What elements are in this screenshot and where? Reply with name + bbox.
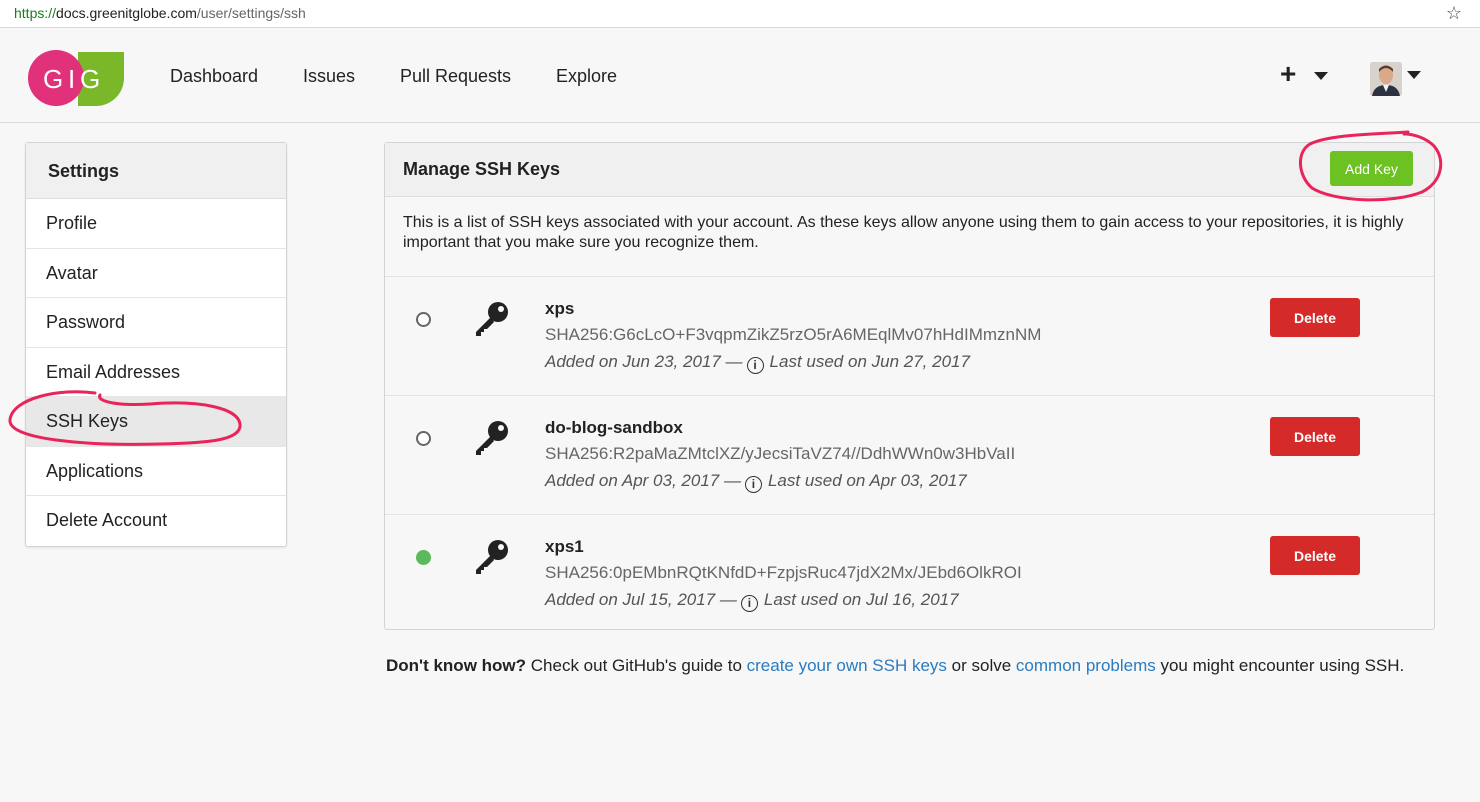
key-status-indicator: [416, 431, 431, 446]
page-title: Manage SSH Keys: [403, 159, 561, 179]
info-icon: i: [746, 357, 764, 374]
create-new-plus-button[interactable]: +: [1280, 58, 1296, 90]
key-added: Added on Jun 23, 2017 —: [545, 352, 743, 371]
key-name: xps1: [545, 537, 584, 556]
sidebar-item-delete-account[interactable]: Delete Account: [26, 496, 286, 546]
user-portrait-icon: [1370, 62, 1402, 96]
url-scheme: https://: [14, 5, 57, 21]
sidebar-item-email-addresses[interactable]: Email Addresses: [26, 348, 286, 397]
panel-description: This is a list of SSH keys associated wi…: [385, 197, 1434, 277]
info-icon: i: [740, 595, 758, 612]
user-avatar[interactable]: [1370, 62, 1402, 96]
create-dropdown-caret-icon[interactable]: [1314, 72, 1328, 80]
help-text-3: you might encounter using SSH.: [1155, 656, 1405, 675]
sidebar-item-profile[interactable]: Profile: [26, 199, 286, 249]
help-text-2: or solve: [946, 656, 1016, 675]
url-path: /user/settings/ssh: [196, 5, 306, 21]
key-name: xps: [545, 299, 575, 318]
bookmark-star-icon[interactable]: ☆: [1446, 3, 1462, 24]
settings-sidebar: Settings Profile Avatar Password Email A…: [25, 142, 287, 547]
sidebar-item-applications[interactable]: Applications: [26, 447, 286, 496]
ssh-key-row: xps1 SHA256:0pEMbnRQtKNfdD+FzpjsRuc47jdX…: [385, 515, 1434, 634]
key-last-used: Last used on Jun 27, 2017: [769, 352, 970, 371]
panel-header: Manage SSH Keys Add Key: [385, 143, 1434, 197]
gig-logo-icon[interactable]: G I G: [26, 48, 126, 108]
common-problems-link[interactable]: common problems: [1016, 656, 1156, 675]
svg-text:I: I: [68, 64, 75, 94]
key-added: Added on Jul 15, 2017 —: [545, 590, 737, 609]
ssh-help-text: Don't know how? Check out GitHub's guide…: [386, 654, 1446, 678]
sidebar-title: Settings: [26, 143, 286, 199]
nav-dashboard[interactable]: Dashboard: [170, 66, 258, 87]
key-icon: [476, 540, 508, 574]
key-added: Added on Apr 03, 2017 —: [545, 471, 741, 490]
svg-text:G: G: [43, 64, 63, 94]
delete-key-button[interactable]: Delete: [1270, 298, 1360, 337]
key-name: do-blog-sandbox: [545, 418, 683, 437]
key-fingerprint: SHA256:G6cLcO+F3vqpmZikZ5rzO5rA6MEqlMv07…: [545, 325, 1042, 344]
nav-pull-requests[interactable]: Pull Requests: [400, 66, 511, 87]
sidebar-item-password[interactable]: Password: [26, 298, 286, 348]
nav-issues[interactable]: Issues: [303, 66, 355, 87]
url-host: docs.greenitglobe.com: [56, 5, 197, 21]
key-icon: [476, 302, 508, 336]
nav-explore[interactable]: Explore: [556, 66, 617, 87]
key-fingerprint: SHA256:R2paMaZMtclXZ/yJecsiTaVZ74//DdhWW…: [545, 444, 1016, 463]
ssh-key-row: do-blog-sandbox SHA256:R2paMaZMtclXZ/yJe…: [385, 396, 1434, 515]
key-last-used: Last used on Apr 03, 2017: [767, 471, 967, 490]
info-icon: i: [744, 476, 762, 493]
key-meta: Added on Jul 15, 2017 — i Last used on Jul…: [545, 590, 959, 612]
add-key-button[interactable]: Add Key: [1330, 151, 1413, 186]
key-status-indicator-active: [416, 550, 431, 565]
ssh-keys-panel: Manage SSH Keys Add Key This is a list o…: [384, 142, 1435, 630]
url-text[interactable]: https://docs.greenitglobe.com/user/setti…: [14, 5, 306, 21]
browser-url-bar[interactable]: https://docs.greenitglobe.com/user/setti…: [0, 0, 1480, 28]
sidebar-item-avatar[interactable]: Avatar: [26, 249, 286, 298]
ssh-key-row: xps SHA256:G6cLcO+F3vqpmZikZ5rzO5rA6MEql…: [385, 277, 1434, 396]
delete-key-button[interactable]: Delete: [1270, 417, 1360, 456]
help-lead: Don't know how?: [386, 656, 527, 675]
key-meta: Added on Apr 03, 2017 — i Last used on Apr…: [545, 471, 967, 493]
sidebar-item-ssh-keys[interactable]: SSH Keys: [26, 397, 286, 447]
key-icon: [476, 421, 508, 455]
key-fingerprint: SHA256:0pEMbnRQtKNfdD+FzpjsRuc47jdX2Mx/J…: [545, 563, 1022, 582]
key-status-indicator: [416, 312, 431, 327]
delete-key-button[interactable]: Delete: [1270, 536, 1360, 575]
help-text-1: Check out GitHub's guide to: [526, 656, 747, 675]
top-navigation: G I G Dashboard Issues Pull Requests Exp…: [0, 28, 1480, 123]
svg-text:G: G: [80, 64, 100, 94]
user-menu-caret-icon[interactable]: [1407, 71, 1421, 79]
create-ssh-keys-link[interactable]: create your own SSH keys: [747, 656, 947, 675]
key-last-used: Last used on Jul 16, 2017: [763, 590, 959, 609]
key-meta: Added on Jun 23, 2017 — i Last used on Jun…: [545, 352, 970, 374]
